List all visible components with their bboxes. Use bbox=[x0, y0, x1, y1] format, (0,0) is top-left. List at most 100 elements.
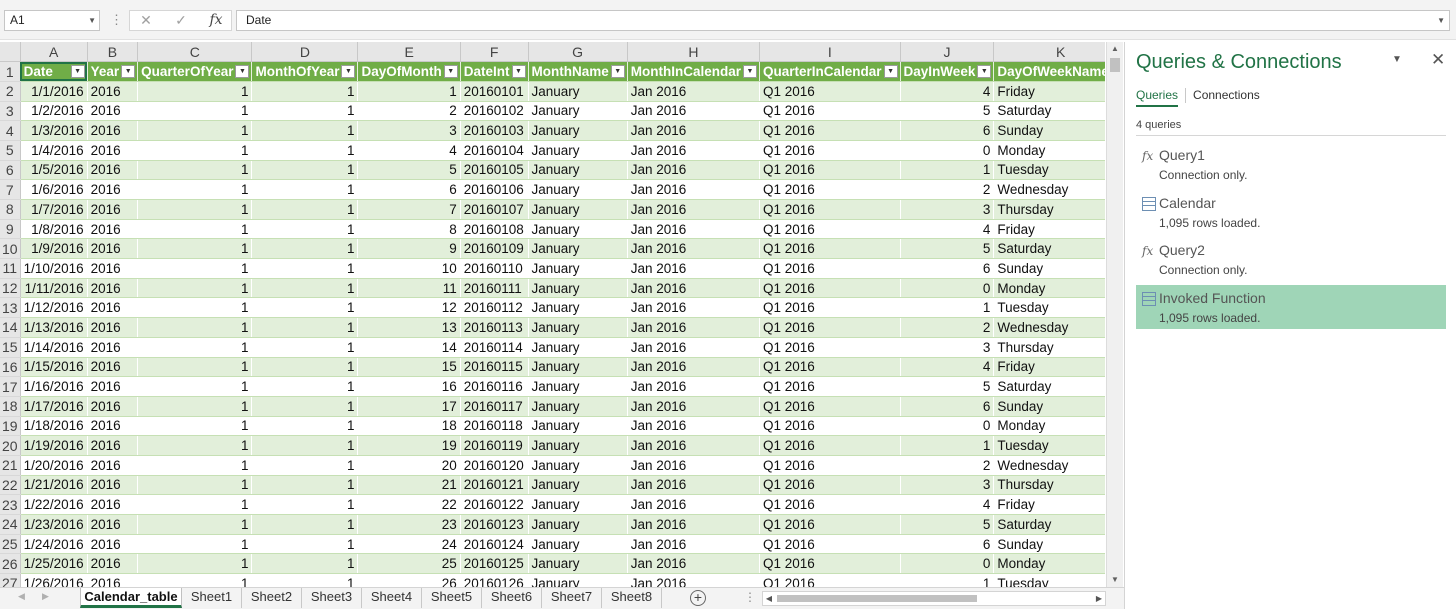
table-cell[interactable]: Saturday bbox=[993, 101, 1105, 122]
table-cell[interactable]: 1/17/2016 bbox=[20, 396, 88, 417]
table-cell[interactable]: January bbox=[528, 534, 628, 555]
table-cell[interactable]: 1/26/2016 bbox=[20, 573, 88, 587]
table-cell[interactable]: 1 bbox=[137, 494, 253, 515]
table-cell[interactable]: 20160126 bbox=[460, 573, 529, 587]
table-cell[interactable]: 1 bbox=[251, 514, 359, 535]
column-header-G[interactable]: G bbox=[528, 42, 628, 63]
table-cell[interactable]: 2016 bbox=[87, 553, 139, 575]
filter-dropdown-icon[interactable]: ▼ bbox=[235, 65, 250, 79]
table-cell[interactable]: 20160117 bbox=[460, 396, 529, 417]
table-cell[interactable]: 2016 bbox=[87, 534, 139, 555]
table-cell[interactable]: Jan 2016 bbox=[627, 337, 761, 358]
row-header[interactable]: 19 bbox=[0, 416, 21, 437]
table-cell[interactable]: 1/15/2016 bbox=[20, 357, 88, 378]
table-cell[interactable]: Jan 2016 bbox=[627, 317, 761, 338]
table-cell[interactable]: 2016 bbox=[87, 514, 139, 535]
table-cell[interactable]: 1/25/2016 bbox=[20, 553, 88, 575]
table-cell[interactable]: Jan 2016 bbox=[627, 396, 761, 417]
horizontal-scrollbar[interactable]: ◀ ▶ bbox=[762, 591, 1106, 606]
table-cell[interactable]: 1 bbox=[251, 337, 359, 358]
table-cell[interactable]: 1 bbox=[251, 199, 359, 220]
table-cell[interactable]: Friday bbox=[993, 357, 1105, 378]
table-cell[interactable]: Tuesday bbox=[993, 297, 1105, 319]
table-cell[interactable]: 2016 bbox=[87, 357, 139, 378]
table-cell[interactable]: January bbox=[528, 435, 628, 456]
table-header-cell[interactable]: DateInt ▼ bbox=[460, 61, 529, 82]
table-cell[interactable]: Q1 2016 bbox=[759, 396, 901, 417]
table-cell[interactable]: 1/6/2016 bbox=[20, 179, 88, 200]
table-cell[interactable]: 2016 bbox=[87, 573, 139, 587]
table-cell[interactable]: 9 bbox=[357, 238, 461, 260]
table-cell[interactable]: 2016 bbox=[87, 219, 139, 240]
table-cell[interactable]: 1 bbox=[900, 435, 995, 456]
table-cell[interactable]: Jan 2016 bbox=[627, 219, 761, 240]
table-cell[interactable]: 5 bbox=[900, 238, 995, 260]
table-cell[interactable]: Q1 2016 bbox=[759, 160, 901, 181]
table-cell[interactable]: 1 bbox=[137, 553, 253, 575]
tab-sheet2[interactable]: Sheet2 bbox=[242, 588, 302, 608]
table-header-cell[interactable]: QuarterInCalendar ▼ bbox=[759, 61, 901, 82]
table-cell[interactable]: January bbox=[528, 357, 628, 378]
table-cell[interactable]: 1/16/2016 bbox=[20, 376, 88, 397]
table-cell[interactable]: 4 bbox=[900, 219, 995, 240]
table-cell[interactable]: 2016 bbox=[87, 179, 139, 200]
table-cell[interactable]: Jan 2016 bbox=[627, 553, 761, 575]
row-header[interactable]: 3 bbox=[0, 101, 21, 122]
table-cell[interactable]: 2016 bbox=[87, 475, 139, 496]
column-header-C[interactable]: C bbox=[137, 42, 253, 63]
table-cell[interactable]: Friday bbox=[993, 81, 1105, 102]
table-cell[interactable]: Jan 2016 bbox=[627, 514, 761, 535]
table-cell[interactable]: 1 bbox=[251, 140, 359, 161]
query-item[interactable]: Invoked Function 1,095 rows loaded. bbox=[1136, 284, 1446, 329]
table-cell[interactable]: January bbox=[528, 199, 628, 220]
filter-dropdown-icon[interactable]: ▼ bbox=[977, 65, 992, 79]
table-cell[interactable]: 20160124 bbox=[460, 534, 529, 555]
table-cell[interactable]: 2016 bbox=[87, 416, 139, 437]
column-header-B[interactable]: B bbox=[87, 42, 139, 63]
row-header[interactable]: 21 bbox=[0, 455, 21, 476]
table-cell[interactable]: Q1 2016 bbox=[759, 238, 901, 260]
table-cell[interactable]: 2016 bbox=[87, 376, 139, 397]
table-cell[interactable]: Jan 2016 bbox=[627, 573, 761, 587]
table-cell[interactable]: 1 bbox=[137, 376, 253, 397]
table-cell[interactable]: January bbox=[528, 101, 628, 122]
table-cell[interactable]: 1 bbox=[251, 101, 359, 122]
table-cell[interactable]: 1/7/2016 bbox=[20, 199, 88, 220]
table-cell[interactable]: 2016 bbox=[87, 317, 139, 338]
scroll-thumb[interactable] bbox=[1110, 58, 1120, 72]
filter-dropdown-icon[interactable]: ▼ bbox=[70, 65, 85, 79]
table-cell[interactable]: 1 bbox=[251, 81, 359, 102]
table-cell[interactable]: Jan 2016 bbox=[627, 278, 761, 299]
table-cell[interactable]: 20160113 bbox=[460, 317, 529, 338]
filter-dropdown-icon[interactable]: ▼ bbox=[121, 65, 136, 79]
table-cell[interactable]: January bbox=[528, 258, 628, 279]
filter-dropdown-icon[interactable]: ▼ bbox=[610, 65, 625, 79]
table-cell[interactable]: 1 bbox=[251, 317, 359, 338]
table-cell[interactable]: 1 bbox=[137, 140, 253, 161]
table-cell[interactable]: 2016 bbox=[87, 238, 139, 260]
table-cell[interactable]: 1/14/2016 bbox=[20, 337, 88, 358]
cancel-icon[interactable]: ✕ bbox=[134, 11, 158, 30]
table-cell[interactable]: January bbox=[528, 416, 628, 437]
table-cell[interactable]: January bbox=[528, 475, 628, 496]
table-cell[interactable]: 1 bbox=[137, 179, 253, 200]
table-cell[interactable]: 3 bbox=[900, 475, 995, 496]
table-cell[interactable]: 20160107 bbox=[460, 199, 529, 220]
row-header[interactable]: 10 bbox=[0, 238, 21, 260]
table-cell[interactable]: Q1 2016 bbox=[759, 297, 901, 319]
table-cell[interactable]: Jan 2016 bbox=[627, 494, 761, 515]
table-cell[interactable]: 20160125 bbox=[460, 553, 529, 575]
table-cell[interactable]: 20160115 bbox=[460, 357, 529, 378]
table-cell[interactable]: 1 bbox=[357, 81, 461, 102]
table-cell[interactable]: Sunday bbox=[993, 396, 1105, 417]
table-cell[interactable]: 19 bbox=[357, 435, 461, 456]
table-cell[interactable]: Jan 2016 bbox=[627, 238, 761, 260]
column-header-F[interactable]: F bbox=[460, 42, 529, 63]
table-cell[interactable]: 14 bbox=[357, 337, 461, 358]
table-cell[interactable]: Q1 2016 bbox=[759, 435, 901, 456]
table-cell[interactable]: 2 bbox=[357, 101, 461, 122]
table-cell[interactable]: 22 bbox=[357, 494, 461, 515]
table-cell[interactable]: 5 bbox=[900, 376, 995, 397]
table-cell[interactable]: January bbox=[528, 396, 628, 417]
table-cell[interactable]: Jan 2016 bbox=[627, 140, 761, 161]
